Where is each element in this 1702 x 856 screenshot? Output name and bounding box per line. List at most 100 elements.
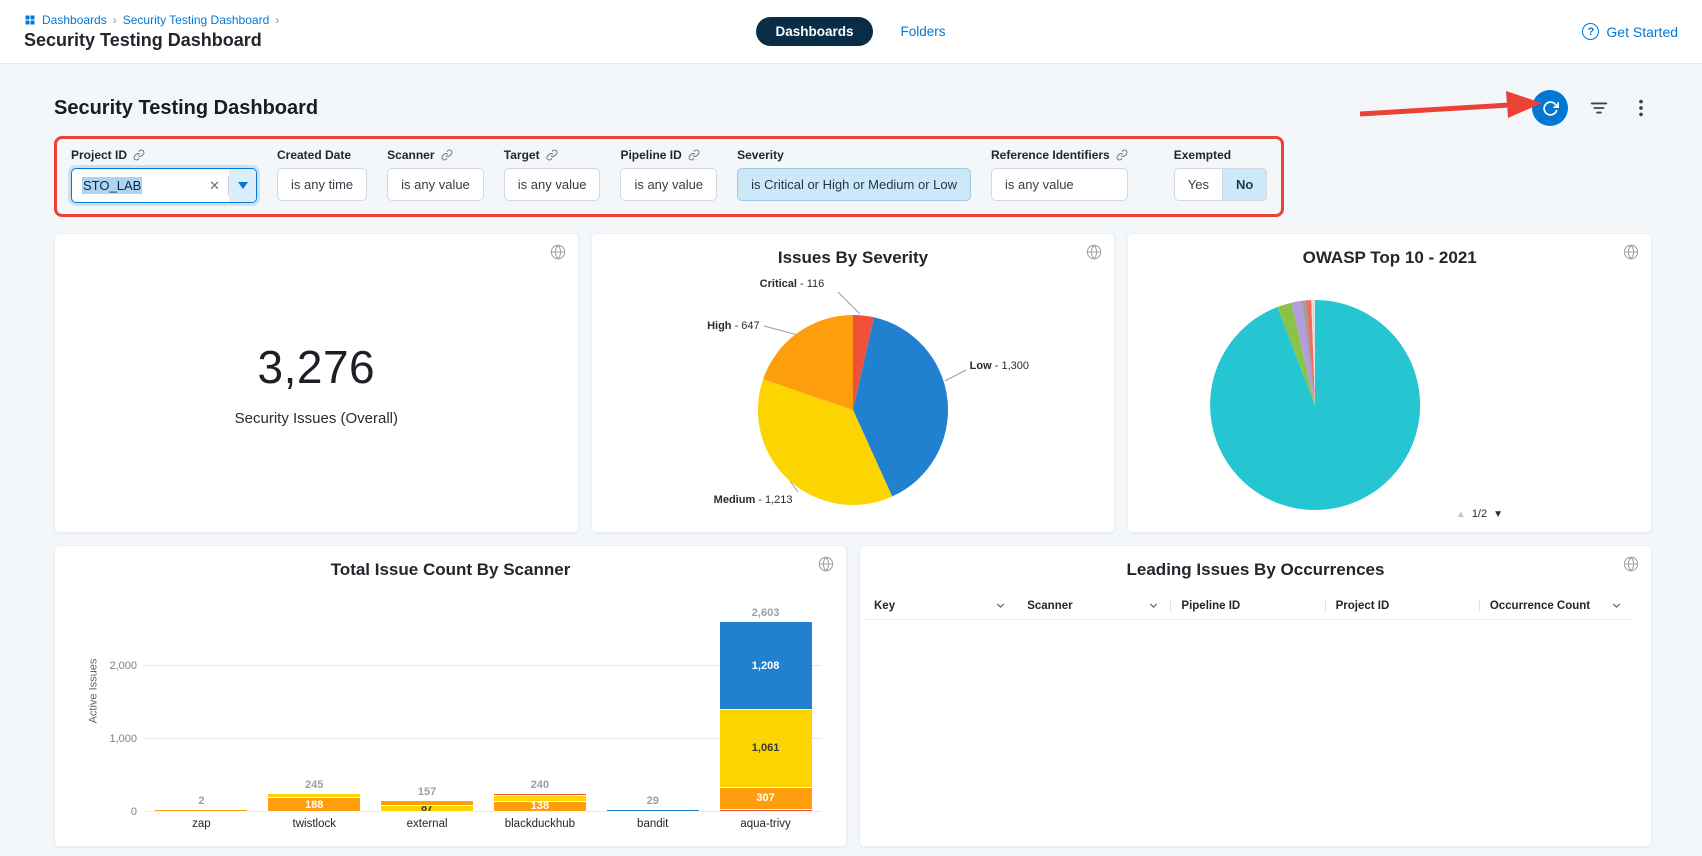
bar-segment-label: 307	[720, 788, 812, 810]
column-header-scanner[interactable]: Scanner	[1017, 599, 1170, 612]
clear-icon[interactable]: ✕	[201, 178, 228, 194]
breadcrumb: Dashboards › Security Testing Dashboard …	[24, 13, 756, 27]
overall-issues-count: 3,276	[258, 340, 376, 394]
bar-total-label: 240	[531, 779, 549, 791]
table-header-row: KeyScannerPipeline IDProject IDOccurrenc…	[864, 592, 1633, 620]
exempted-yes-button[interactable]: Yes	[1174, 168, 1223, 201]
main-content: Security Testing Dashboard	[0, 88, 1702, 847]
bar-total-label: 245	[305, 779, 323, 791]
breadcrumb-dashboards-link[interactable]: Dashboards	[42, 13, 107, 27]
filter-exempted-label: Exempted	[1174, 148, 1231, 162]
link-icon	[133, 149, 145, 161]
filter-reference-identifiers: Reference Identifiers is any value	[991, 148, 1128, 201]
bar-segment[interactable]	[268, 794, 360, 798]
pie-label-medium: Medium - 1,213	[714, 494, 793, 506]
bar-category-label: external	[371, 818, 484, 830]
link-icon	[688, 149, 700, 161]
filter-lines-icon	[1588, 97, 1610, 119]
filter-severity: Severity is Critical or High or Medium o…	[737, 148, 971, 201]
exempted-toggle: Yes No	[1174, 168, 1268, 201]
pie-label-high: High - 647	[672, 320, 760, 332]
filter-pipeline-id: Pipeline ID is any value	[620, 148, 717, 201]
dashboard-title: Security Testing Dashboard	[54, 97, 318, 120]
filter-button[interactable]	[1588, 97, 1610, 119]
bar-chart-bars: 2 245 188 15787 240 138 29 2,6033071,0611,208	[145, 590, 822, 812]
bar-segment[interactable]	[155, 810, 247, 812]
globe-icon[interactable]	[818, 556, 834, 572]
bar-segment-label: 87	[381, 806, 473, 812]
tab-dashboards[interactable]: Dashboards	[756, 17, 872, 46]
dropdown-caret-button[interactable]	[229, 169, 256, 202]
exempted-no-button[interactable]: No	[1223, 168, 1267, 201]
bar-blackduckhub[interactable]: 240 138	[483, 590, 596, 812]
issues-by-severity-pie[interactable]	[592, 274, 1116, 532]
bar-bandit[interactable]: 29	[596, 590, 709, 812]
globe-icon[interactable]	[1623, 244, 1639, 260]
bar-segment[interactable]: 87	[381, 806, 473, 812]
bar-segment[interactable]: 1,061	[720, 710, 812, 788]
bar-segment[interactable]	[494, 794, 586, 796]
tile-owasp-top-10: OWASP Top 10 - 2021 ▲ 1/2 ▼	[1127, 233, 1652, 533]
bar-chart-categories: zaptwistlockexternalblackduckhubbanditaq…	[145, 818, 822, 830]
tile-row-1: 3,276 Security Issues (Overall) Issues B…	[54, 233, 1652, 533]
column-header-project-id: Project ID	[1325, 600, 1479, 612]
bar-total-label: 29	[647, 795, 659, 807]
header-left: Dashboards › Security Testing Dashboard …	[24, 13, 756, 51]
page-indicator: 1/2	[1472, 508, 1487, 520]
bar-segment[interactable]	[381, 801, 473, 806]
tab-folders[interactable]: Folders	[901, 24, 946, 39]
pipeline-id-filter-button[interactable]: is any value	[620, 168, 717, 201]
project-id-value: STO_LAB	[82, 177, 142, 194]
globe-icon[interactable]	[1086, 244, 1102, 260]
bar-segment[interactable]: 307	[720, 788, 812, 810]
pie-label-critical: Critical - 116	[760, 278, 825, 290]
bar-segment[interactable]	[494, 796, 586, 802]
breadcrumb-separator: ›	[113, 13, 117, 27]
project-id-input[interactable]: STO_LAB ✕	[71, 168, 257, 203]
bar-segment-label: 188	[268, 798, 360, 812]
severity-filter-button[interactable]: is Critical or High or Medium or Low	[737, 168, 971, 201]
globe-icon[interactable]	[1623, 556, 1639, 572]
severity-pie-title: Issues By Severity	[592, 234, 1115, 268]
dashboard-actions	[1532, 90, 1652, 126]
column-header-key[interactable]: Key	[864, 599, 1017, 612]
get-started-link[interactable]: ? Get Started	[946, 23, 1678, 40]
tile-security-issues-overall: 3,276 Security Issues (Overall)	[54, 233, 579, 533]
filter-target-label: Target	[504, 148, 540, 162]
owasp-pie[interactable]	[1128, 274, 1652, 532]
bar-segment[interactable]: 188	[268, 798, 360, 812]
bar-segment[interactable]: 138	[494, 802, 586, 812]
bar-segment[interactable]	[607, 810, 699, 812]
top-bar: Dashboards › Security Testing Dashboard …	[0, 0, 1702, 64]
filter-exempted: Exempted Yes No	[1174, 148, 1268, 201]
bar-twistlock[interactable]: 245 188	[258, 590, 371, 812]
breadcrumb-current-link[interactable]: Security Testing Dashboard	[123, 13, 270, 27]
table-title: Leading Issues By Occurrences	[860, 546, 1651, 580]
bar-category-label: bandit	[596, 818, 709, 830]
refresh-button[interactable]	[1532, 90, 1568, 126]
filter-scanner: Scanner is any value	[387, 148, 484, 201]
bar-external[interactable]: 15787	[371, 590, 484, 812]
scanner-filter-button[interactable]: is any value	[387, 168, 484, 201]
bar-category-label: zap	[145, 818, 258, 830]
globe-icon[interactable]	[550, 244, 566, 260]
bar-segment[interactable]: 1,208	[720, 622, 812, 710]
overall-issues-label: Security Issues (Overall)	[235, 410, 398, 427]
bar-zap[interactable]: 2	[145, 590, 258, 812]
column-header-occurrence-count[interactable]: Occurrence Count	[1479, 599, 1633, 612]
more-options-button[interactable]	[1630, 97, 1652, 119]
bar-segment[interactable]	[720, 810, 812, 812]
filter-scanner-label: Scanner	[387, 148, 434, 162]
page-down-icon[interactable]: ▼	[1493, 509, 1503, 520]
page-up-icon[interactable]: ▲	[1456, 509, 1466, 520]
filter-pipeline-id-label: Pipeline ID	[620, 148, 681, 162]
bar-aqua-trivy[interactable]: 2,6033071,0611,208	[709, 590, 822, 812]
created-date-filter-button[interactable]: is any time	[277, 168, 367, 201]
column-header-pipeline-id: Pipeline ID	[1170, 600, 1324, 612]
filter-reference-identifiers-label: Reference Identifiers	[991, 148, 1110, 162]
target-filter-button[interactable]: is any value	[504, 168, 601, 201]
bar-category-label: blackduckhub	[483, 818, 596, 830]
reference-identifiers-filter-button[interactable]: is any value	[991, 168, 1128, 201]
pie-slice[interactable]	[1210, 300, 1420, 510]
filter-project-id: Project ID STO_LAB ✕	[71, 148, 257, 203]
